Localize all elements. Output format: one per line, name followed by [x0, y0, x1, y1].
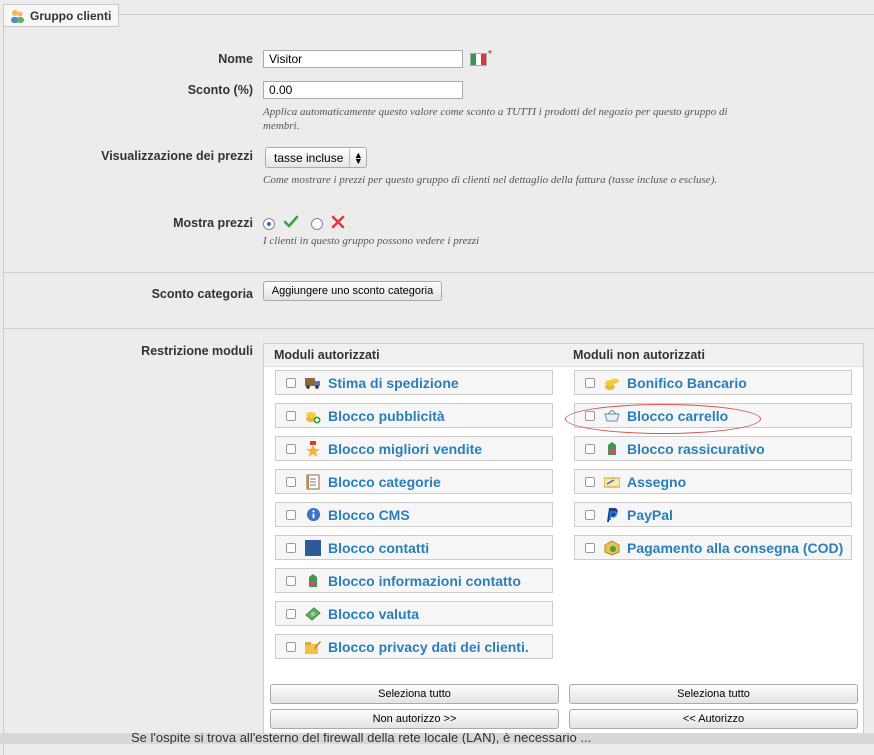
- module-checkbox[interactable]: [585, 542, 595, 553]
- category-discount-label: Sconto categoria: [151, 287, 253, 301]
- module-name: Blocco pubblicità: [328, 407, 445, 424]
- folder-edit-icon: [305, 639, 321, 655]
- list-item[interactable]: Blocco migliori vendite: [275, 436, 553, 461]
- list-item[interactable]: Stima di spedizione: [275, 370, 553, 395]
- module-checkbox[interactable]: [286, 443, 296, 454]
- module-name: Blocco rassicurativo: [627, 440, 765, 457]
- bottom-text: Se l'ospite si trova all'esterno del fir…: [131, 733, 592, 744]
- legend-title: Gruppo clienti: [30, 8, 112, 23]
- list-item[interactable]: Bonifico Bancario: [574, 370, 852, 395]
- list-item[interactable]: Assegno: [574, 469, 852, 494]
- updown-arrows-icon: ▲ ▼: [349, 149, 366, 166]
- show-prices-label: Mostra prezzi: [173, 216, 253, 230]
- list-item[interactable]: Blocco rassicurativo: [574, 436, 852, 461]
- paypal-icon: [604, 507, 620, 523]
- module-checkbox[interactable]: [585, 443, 595, 454]
- coins-icon: [604, 375, 620, 391]
- section-divider: [3, 272, 874, 273]
- allow-button[interactable]: << Autorizzo: [569, 709, 858, 729]
- module-checkbox[interactable]: [286, 410, 296, 421]
- list-item[interactable]: Blocco categorie: [275, 469, 553, 494]
- price-display-hint: Come mostrare i prezzi per questo gruppo…: [263, 174, 718, 186]
- fieldset-legend: Gruppo clienti: [3, 4, 120, 27]
- red-cross-icon: [331, 215, 345, 232]
- italian-flag-icon[interactable]: [470, 53, 487, 66]
- module-name: Blocco valuta: [328, 605, 420, 622]
- module-name: Blocco CMS: [328, 506, 410, 523]
- module-checkbox[interactable]: [286, 641, 296, 652]
- module-checkbox[interactable]: [286, 575, 296, 586]
- green-check-icon: [283, 214, 299, 233]
- cod-icon: [604, 539, 620, 556]
- list-item[interactable]: Pagamento alla consegna (COD): [574, 535, 852, 560]
- star-badge-icon: [305, 440, 321, 457]
- module-name: Blocco categorie: [328, 473, 441, 490]
- deny-button[interactable]: Non autorizzo >>: [270, 709, 559, 729]
- coins-add-icon: [305, 408, 321, 424]
- list-item[interactable]: Blocco contatti: [275, 535, 553, 560]
- discount-label: Sconto (%): [187, 83, 253, 97]
- discount-hint: Applica automaticamente questo valore co…: [263, 106, 728, 132]
- list-item[interactable]: PayPal: [574, 502, 852, 527]
- list-item[interactable]: Blocco pubblicità: [275, 403, 553, 428]
- module-name: Bonifico Bancario: [627, 374, 747, 391]
- green-tag-icon: [305, 573, 321, 589]
- module-checkbox[interactable]: [286, 542, 296, 553]
- module-checkbox[interactable]: [286, 509, 296, 520]
- list-item[interactable]: Blocco CMS: [275, 502, 553, 527]
- module-checkbox[interactable]: [585, 476, 595, 487]
- price-display-value: tasse incluse: [274, 150, 344, 165]
- select-all-authorized-button[interactable]: Seleziona tutto: [270, 684, 559, 704]
- module-checkbox[interactable]: [286, 377, 296, 388]
- add-category-discount-button[interactable]: Aggiungere uno sconto categoria: [263, 281, 442, 301]
- select-all-unauthorized-button[interactable]: Seleziona tutto: [569, 684, 858, 704]
- module-name: Blocco contatti: [328, 539, 430, 556]
- module-checkbox[interactable]: [286, 476, 296, 487]
- highlight-ring: [565, 404, 761, 434]
- cheque-icon: [604, 474, 620, 490]
- show-prices-no-radio[interactable]: [311, 218, 323, 230]
- list-item[interactable]: Blocco informazioni contatto: [275, 568, 553, 593]
- show-prices-hint: I clienti in questo gruppo possono veder…: [263, 235, 480, 247]
- module-checkbox[interactable]: [585, 377, 595, 388]
- bottom-text-strip: Se l'ospite si trova all'esterno del fir…: [0, 733, 874, 744]
- show-prices-yes-radio[interactable]: [263, 218, 275, 230]
- name-input[interactable]: [263, 50, 463, 68]
- section-divider: [3, 328, 874, 329]
- discount-input[interactable]: [263, 81, 463, 99]
- module-checkbox[interactable]: [585, 509, 595, 520]
- price-display-label: Visualizzazione dei prezzi: [101, 149, 253, 163]
- green-tag-icon: [604, 441, 620, 457]
- module-checkbox[interactable]: [286, 608, 296, 619]
- module-restriction-panel: Moduli autorizzati Moduli non autorizzat…: [263, 343, 864, 740]
- module-restriction-label: Restrizione moduli: [141, 344, 253, 358]
- document-list-icon: [305, 474, 321, 490]
- group-icon: [9, 8, 25, 24]
- info-icon: [305, 507, 321, 523]
- authorized-title: Moduli autorizzati: [274, 348, 380, 362]
- module-name: Blocco migliori vendite: [328, 440, 483, 457]
- list-item[interactable]: Blocco privacy dati dei clienti.: [275, 634, 553, 659]
- blue-square-icon: [305, 539, 321, 556]
- money-icon: [305, 606, 321, 622]
- unauthorized-list: Bonifico Bancario Blocco carrello Blocco…: [574, 370, 852, 568]
- price-display-select[interactable]: tasse incluse ▲ ▼: [265, 147, 368, 168]
- authorized-list: Stima di spedizione Blocco pubblicità Bl…: [275, 370, 553, 667]
- module-name: PayPal: [627, 506, 673, 523]
- module-name: Blocco privacy dati dei clienti.: [328, 638, 529, 655]
- list-item[interactable]: Blocco valuta: [275, 601, 553, 626]
- module-name: Pagamento alla consegna (COD): [627, 539, 844, 556]
- module-name: Blocco informazioni contatto: [328, 572, 521, 589]
- unauthorized-title: Moduli non autorizzati: [573, 348, 705, 362]
- module-name: Stima di spedizione: [328, 374, 459, 391]
- required-mark: *: [488, 49, 492, 60]
- truck-icon: [305, 375, 321, 391]
- name-label: Nome: [218, 52, 253, 66]
- module-name: Assegno: [627, 473, 687, 490]
